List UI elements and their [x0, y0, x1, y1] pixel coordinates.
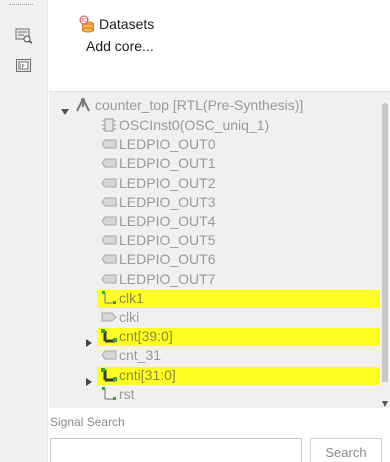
tree-row-label: LEDPIO_OUT7 [119, 270, 216, 287]
signal-search-input[interactable] [50, 438, 302, 462]
scroll-down-arrow-icon[interactable] [382, 394, 388, 407]
tree-row[interactable]: cnt[39:0] [49, 327, 381, 348]
output-port-icon [101, 348, 117, 362]
tree-row-label: clki [119, 309, 140, 325]
output-port-icon [101, 272, 117, 286]
output-port-icon [101, 233, 117, 247]
tree-row[interactable]: cnti[31:0] [49, 366, 381, 386]
tree-row[interactable]: LEDPIO_OUT3 [49, 193, 381, 212]
net-icon [101, 290, 117, 305]
datasets-label: Datasets [99, 16, 155, 32]
tree-row-label: LEDPIO_OUT4 [119, 213, 216, 229]
hierarchy-icon [75, 97, 91, 112]
output-port-icon [101, 137, 117, 151]
tree-root-row[interactable]: counter_top [RTL(Pre-Synthesis)] [49, 96, 381, 115]
tree-row[interactable]: clki [49, 308, 381, 327]
expand-arrow-right-icon[interactable] [85, 372, 93, 386]
output-port-icon [101, 252, 117, 266]
tree-row-label: LEDPIO_OUT0 [119, 136, 216, 153]
tree-row[interactable]: LEDPIO_OUT5 [49, 231, 381, 250]
tree-row[interactable]: LEDPIO_OUT0 [49, 135, 381, 154]
tree-row[interactable]: LEDPIO_OUT2 [49, 174, 381, 193]
tree-row-label: LEDPIO_OUT5 [119, 232, 216, 249]
input-port-icon [101, 310, 117, 324]
netlist-tree: counter_top [RTL(Pre-Synthesis)] OSCInst… [49, 92, 390, 408]
svg-text:PD: PD [81, 18, 88, 24]
chip-icon [101, 118, 117, 132]
bus-net-icon [101, 329, 117, 343]
project-panel: PD Datasets Add core... [49, 0, 390, 92]
tree-row-label: clk1 [119, 289, 144, 306]
scroll-thumb[interactable] [382, 104, 388, 382]
output-port-icon [101, 156, 117, 170]
toolbar-grip [9, 4, 33, 6]
tree-row-label: cnt_31 [119, 347, 162, 364]
tree-row-label: LEDPIO_OUT2 [119, 174, 216, 191]
add-core-item[interactable]: Add core... [86, 37, 286, 55]
tree-row-label: LEDPIO_OUT6 [119, 251, 216, 268]
tree-row[interactable]: clk1 [49, 289, 381, 308]
tree-row[interactable]: LEDPIO_OUT7 [49, 270, 381, 289]
svg-text:IP: IP [20, 64, 25, 70]
tree-row[interactable]: LEDPIO_OUT6 [49, 250, 381, 269]
tree-row-label: cnti[31:0] [119, 366, 176, 383]
left-toolbar: IP [0, 0, 48, 462]
tree-row[interactable]: LEDPIO_OUT4 [49, 212, 381, 231]
signal-search-label: Signal Search [50, 415, 125, 429]
scroll-up-arrow-icon[interactable] [382, 96, 388, 109]
tree-row[interactable]: OSCInst0(OSC_uniq_1) [49, 116, 381, 135]
tree-scrollbar[interactable] [380, 92, 390, 408]
add-core-label: Add core... [86, 38, 154, 54]
expand-arrow-right-icon[interactable] [85, 333, 93, 348]
tree-row-label: OSCInst0(OSC_uniq_1) [119, 117, 270, 133]
ip-catalog-icon[interactable]: IP [15, 58, 33, 74]
expand-arrow-down-icon[interactable] [61, 102, 69, 115]
tree-row-label: cnt[39:0] [119, 328, 173, 345]
net-icon [101, 386, 117, 401]
datasets-item[interactable]: PD Datasets [79, 15, 279, 33]
output-port-icon [101, 195, 117, 209]
tree-row-label: LEDPIO_OUT3 [119, 193, 216, 210]
tree-row-label: LEDPIO_OUT1 [119, 155, 216, 172]
tree-root-label: counter_top [RTL(Pre-Synthesis)] [95, 97, 304, 113]
tree-row[interactable]: LEDPIO_OUT1 [49, 154, 381, 173]
tree-row[interactable]: rst [49, 385, 381, 404]
output-port-icon [101, 214, 117, 228]
zoom-view-icon[interactable] [15, 28, 33, 44]
tree-row[interactable]: cnt_31 [49, 346, 381, 365]
output-port-icon [101, 176, 117, 190]
datasets-icon: PD [79, 15, 95, 33]
bus-net-icon [101, 367, 117, 382]
tree-row-label: rst [119, 385, 135, 402]
search-button[interactable]: Search [310, 438, 382, 462]
